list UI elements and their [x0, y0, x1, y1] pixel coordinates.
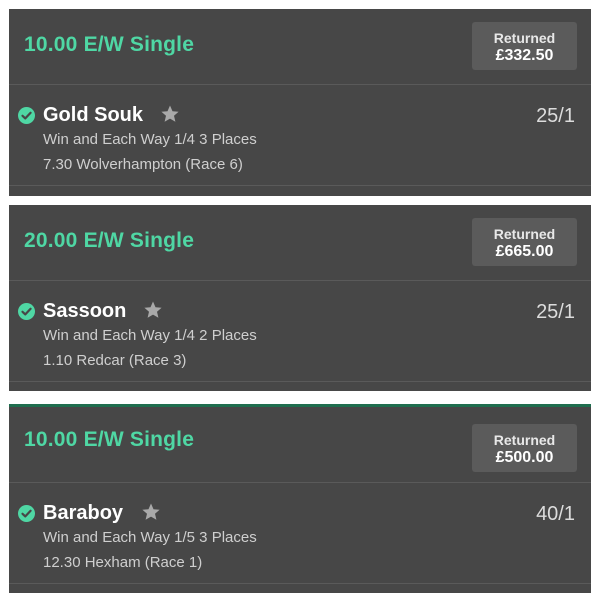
event-description: 12.30 Hexham (Race 1): [43, 554, 203, 571]
odds: 25/1: [536, 301, 575, 323]
returned-amount: £500.00: [495, 449, 554, 466]
event-description: 1.10 Redcar (Race 3): [43, 352, 187, 369]
bet-header: 10.00 E/W Single Returned £332.50: [9, 9, 591, 85]
bet-header: 10.00 E/W Single Returned £500.00: [9, 407, 591, 483]
market-description: Win and Each Way 1/4 3 Places: [43, 131, 257, 148]
selection-row[interactable]: Baraboy 40/1 Win and Each Way 1/5 3 Plac…: [9, 483, 591, 584]
selection-name: Sassoon: [43, 300, 127, 322]
bet-title: 20.00 E/W Single: [24, 229, 195, 252]
returned-amount: £332.50: [495, 47, 554, 64]
returned-badge: Returned £332.50: [472, 22, 577, 70]
returned-badge: Returned £500.00: [472, 424, 577, 472]
selection-row[interactable]: Gold Souk 25/1 Win and Each Way 1/4 3 Pl…: [9, 85, 591, 186]
star-icon[interactable]: [160, 104, 180, 124]
market-description: Win and Each Way 1/5 3 Places: [43, 529, 257, 546]
selection-name: Baraboy: [43, 502, 124, 524]
bet-title: 10.00 E/W Single: [24, 33, 195, 56]
selection-name: Gold Souk: [43, 104, 143, 126]
bet-header: 20.00 E/W Single Returned £665.00: [9, 205, 591, 281]
bet-card[interactable]: 10.00 E/W Single Returned £332.50 Gold S…: [9, 9, 591, 196]
star-icon[interactable]: [143, 300, 163, 320]
odds: 25/1: [536, 105, 575, 127]
bet-card[interactable]: 10.00 E/W Single Returned £500.00 Barabo…: [9, 404, 591, 593]
bet-title: 10.00 E/W Single: [24, 428, 195, 451]
check-circle-icon: [18, 303, 35, 320]
returned-amount: £665.00: [495, 243, 554, 260]
event-description: 7.30 Wolverhampton (Race 6): [43, 156, 243, 173]
returned-badge: Returned £665.00: [472, 218, 577, 266]
check-circle-icon: [18, 107, 35, 124]
returned-label: Returned: [493, 432, 556, 448]
selection-row[interactable]: Sassoon 25/1 Win and Each Way 1/4 2 Plac…: [9, 281, 591, 382]
market-description: Win and Each Way 1/4 2 Places: [43, 327, 257, 344]
star-icon[interactable]: [141, 502, 161, 522]
bet-card[interactable]: 20.00 E/W Single Returned £665.00 Sassoo…: [9, 205, 591, 391]
odds: 40/1: [536, 503, 575, 525]
returned-label: Returned: [493, 226, 556, 242]
returned-label: Returned: [493, 30, 556, 46]
check-circle-icon: [18, 505, 35, 522]
